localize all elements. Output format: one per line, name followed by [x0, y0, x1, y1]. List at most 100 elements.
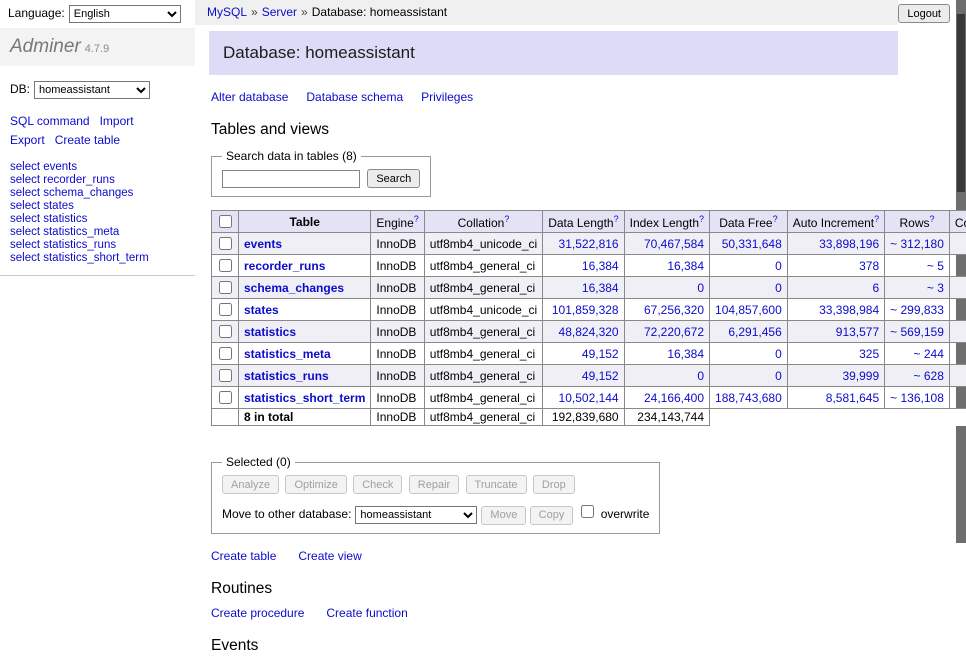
help-icon[interactable]: ? [614, 214, 619, 224]
index-length-link[interactable]: 24,166,400 [644, 391, 704, 405]
sql-command-link[interactable]: SQL command [10, 114, 90, 128]
analyze-button[interactable]: Analyze [222, 475, 279, 494]
help-icon[interactable]: ? [699, 214, 704, 224]
data-length-link[interactable]: 31,522,816 [559, 237, 619, 251]
table-link[interactable]: recorder_runs [244, 259, 325, 273]
index-length-link[interactable]: 0 [697, 369, 704, 383]
alter-database-link[interactable]: Alter database [211, 90, 288, 104]
data-free-link[interactable]: 104,857,600 [715, 303, 782, 317]
create-function-link[interactable]: Create function [326, 606, 407, 620]
auto-increment-link[interactable]: 378 [859, 259, 879, 273]
auto-increment-link[interactable]: 6 [872, 281, 879, 295]
index-length-link[interactable]: 16,384 [667, 347, 704, 361]
table-link[interactable]: statistics_short_term [244, 391, 365, 405]
sidebar-item-select-recorder-runs[interactable]: select recorder_runs [10, 174, 185, 187]
rows-link[interactable]: ~ 312,180 [890, 237, 944, 251]
language-select[interactable]: English [69, 5, 181, 23]
data-free-link[interactable]: 0 [775, 369, 782, 383]
table-link[interactable]: schema_changes [244, 281, 344, 295]
rows-link[interactable]: ~ 569,159 [890, 325, 944, 339]
rows-link[interactable]: ~ 628 [914, 369, 944, 383]
auto-increment-link[interactable]: 39,999 [842, 369, 879, 383]
sidebar-item-select-statistics-short-term[interactable]: select statistics_short_term [10, 252, 185, 265]
breadcrumb-mysql[interactable]: MySQL [207, 5, 247, 19]
sidebar-item-select-schema-changes[interactable]: select schema_changes [10, 187, 185, 200]
truncate-button[interactable]: Truncate [466, 475, 527, 494]
overwrite-checkbox[interactable] [581, 505, 594, 518]
help-icon[interactable]: ? [930, 214, 935, 224]
database-schema-link[interactable]: Database schema [306, 90, 403, 104]
data-free-link[interactable]: 0 [775, 281, 782, 295]
drop-button[interactable]: Drop [533, 475, 575, 494]
row-checkbox[interactable] [219, 325, 232, 338]
data-free-link[interactable]: 6,291,456 [728, 325, 781, 339]
repair-button[interactable]: Repair [409, 475, 459, 494]
sidebar-item-select-states[interactable]: select states [10, 200, 185, 213]
data-length-link[interactable]: 48,824,320 [559, 325, 619, 339]
index-length-link[interactable]: 67,256,320 [644, 303, 704, 317]
table-link[interactable]: statistics_meta [244, 347, 331, 361]
row-checkbox[interactable] [219, 303, 232, 316]
optimize-button[interactable]: Optimize [285, 475, 346, 494]
export-link[interactable]: Export [10, 133, 45, 147]
row-checkbox[interactable] [219, 281, 232, 294]
select-all-checkbox[interactable] [219, 215, 232, 228]
help-icon[interactable]: ? [773, 214, 778, 224]
copy-button[interactable]: Copy [530, 506, 574, 525]
table-link[interactable]: events [244, 237, 282, 251]
help-icon[interactable]: ? [874, 214, 879, 224]
row-checkbox[interactable] [219, 347, 232, 360]
data-length-link[interactable]: 49,152 [582, 369, 619, 383]
table-link[interactable]: statistics_runs [244, 369, 329, 383]
create-view-link[interactable]: Create view [298, 549, 361, 563]
sidebar-item-select-statistics-meta[interactable]: select statistics_meta [10, 226, 185, 239]
row-checkbox[interactable] [219, 391, 232, 404]
create-table-link-sidebar[interactable]: Create table [55, 133, 120, 147]
create-procedure-link[interactable]: Create procedure [211, 606, 304, 620]
index-length-link[interactable]: 0 [697, 281, 704, 295]
privileges-link[interactable]: Privileges [421, 90, 473, 104]
check-button[interactable]: Check [353, 475, 402, 494]
data-length-link[interactable]: 10,502,144 [559, 391, 619, 405]
index-length-link[interactable]: 16,384 [667, 259, 704, 273]
search-input[interactable] [222, 170, 360, 188]
help-icon[interactable]: ? [504, 214, 509, 224]
sidebar-item-select-statistics[interactable]: select statistics [10, 213, 185, 226]
table-link[interactable]: statistics [244, 325, 296, 339]
data-length-link[interactable]: 16,384 [582, 259, 619, 273]
create-table-link[interactable]: Create table [211, 549, 276, 563]
rows-link[interactable]: ~ 5 [927, 259, 944, 273]
db-select[interactable]: homeassistant [34, 81, 150, 99]
data-length-link[interactable]: 16,384 [582, 281, 619, 295]
auto-increment-link[interactable]: 33,898,196 [819, 237, 879, 251]
move-button[interactable]: Move [481, 506, 526, 525]
data-free-link[interactable]: 0 [775, 347, 782, 361]
data-length-link[interactable]: 101,859,328 [552, 303, 619, 317]
table-link[interactable]: states [244, 303, 279, 317]
sidebar-item-select-events[interactable]: select events [10, 161, 185, 174]
help-icon[interactable]: ? [414, 214, 419, 224]
index-length-link[interactable]: 70,467,584 [644, 237, 704, 251]
rows-link[interactable]: ~ 3 [927, 281, 944, 295]
rows-link[interactable]: ~ 136,108 [890, 391, 944, 405]
import-link[interactable]: Import [100, 114, 134, 128]
row-checkbox[interactable] [219, 237, 232, 250]
rows-link[interactable]: ~ 299,833 [890, 303, 944, 317]
breadcrumb-server[interactable]: Server [262, 5, 297, 19]
auto-increment-link[interactable]: 8,581,645 [826, 391, 879, 405]
auto-increment-link[interactable]: 325 [859, 347, 879, 361]
sidebar-item-select-statistics-runs[interactable]: select statistics_runs [10, 239, 185, 252]
data-free-link[interactable]: 0 [775, 259, 782, 273]
search-button[interactable]: Search [367, 169, 420, 188]
row-checkbox[interactable] [219, 369, 232, 382]
row-checkbox[interactable] [219, 259, 232, 272]
index-length-link[interactable]: 72,220,672 [644, 325, 704, 339]
move-database-select[interactable]: homeassistant [355, 506, 477, 524]
data-length-link[interactable]: 49,152 [582, 347, 619, 361]
data-free-link[interactable]: 188,743,680 [715, 391, 782, 405]
auto-increment-link[interactable]: 33,398,984 [819, 303, 879, 317]
scrollbar-thumb[interactable] [957, 14, 965, 192]
data-free-link[interactable]: 50,331,648 [722, 237, 782, 251]
auto-increment-link[interactable]: 913,577 [836, 325, 879, 339]
rows-link[interactable]: ~ 244 [914, 347, 944, 361]
